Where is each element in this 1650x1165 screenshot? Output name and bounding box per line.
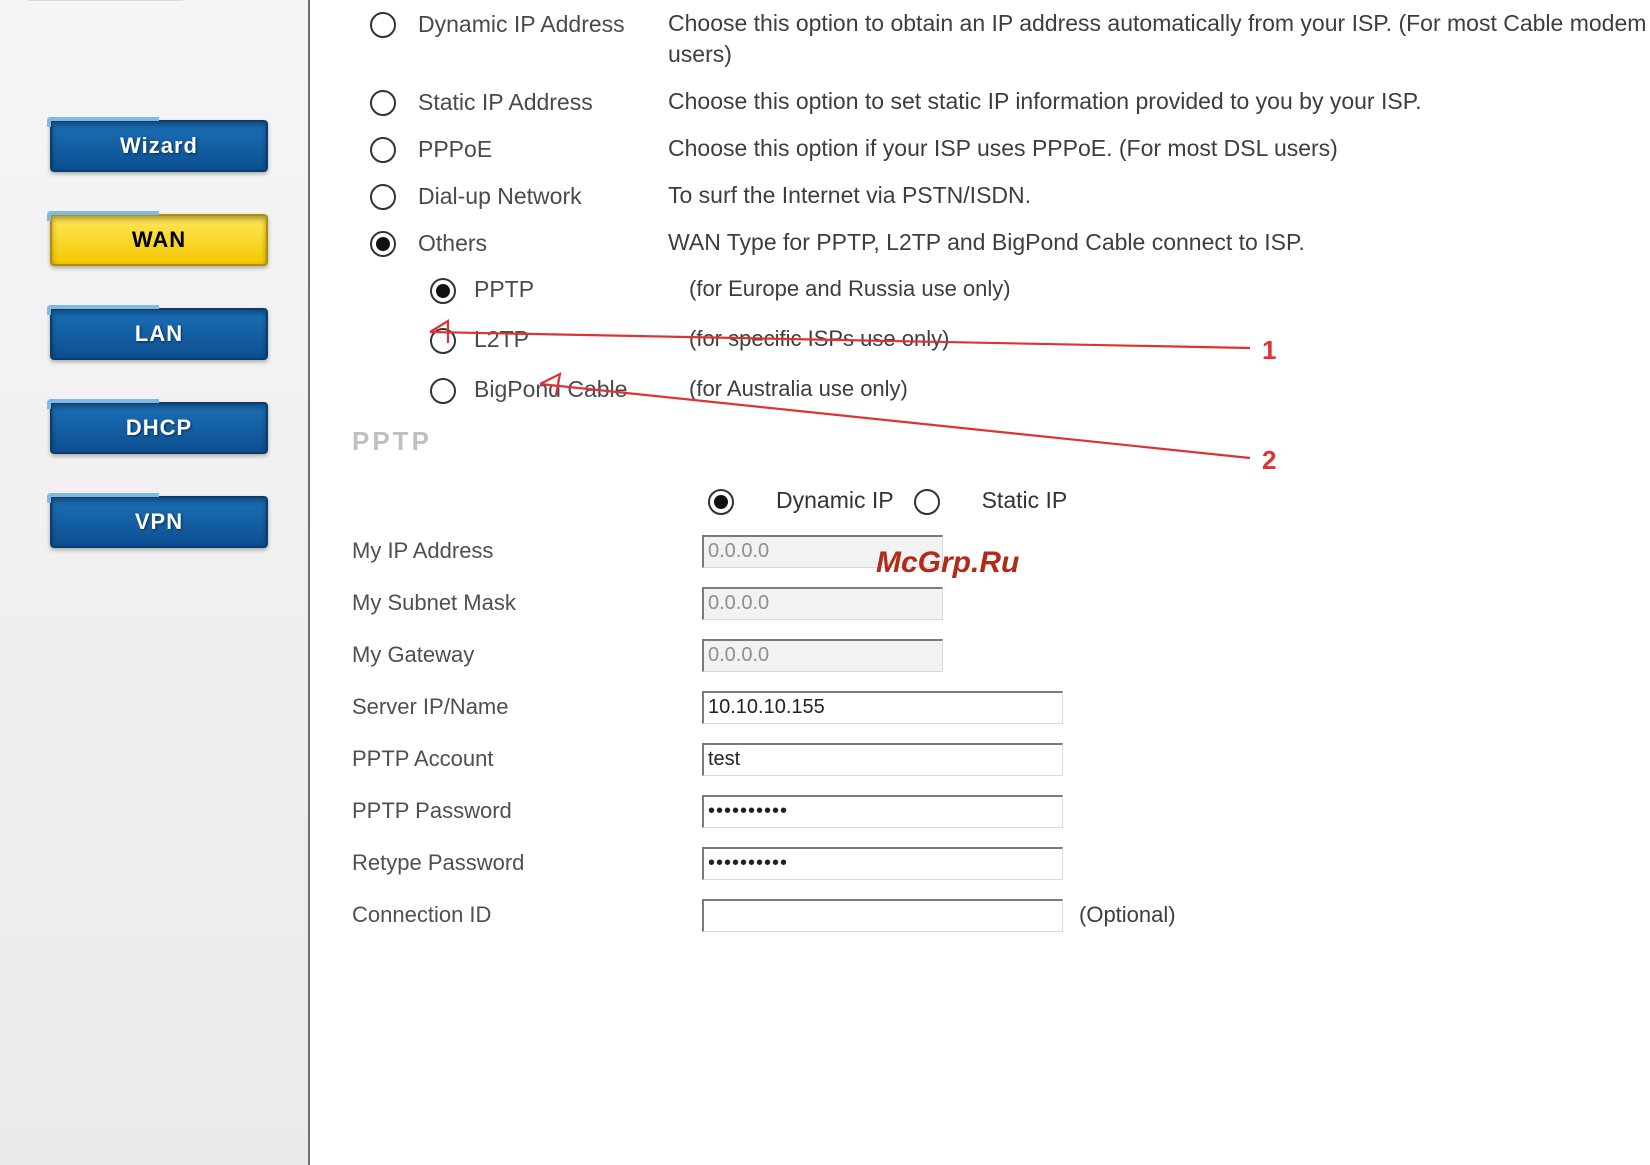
account-input[interactable] — [702, 743, 1063, 776]
server-input[interactable] — [702, 691, 1063, 724]
wan-type-pppoe-radio[interactable] — [370, 137, 396, 163]
server-label: Server IP/Name — [352, 694, 702, 720]
sidebar-nav: Wizard WAN LAN DHCP VPN — [50, 120, 264, 590]
sub-pptp-desc: (for Europe and Russia use only) — [689, 276, 1011, 302]
repassword-label: Retype Password — [352, 850, 702, 876]
field-server: Server IP/Name — [352, 681, 1650, 733]
wan-type-pppoe-desc: Choose this option if your ISP uses PPPo… — [668, 133, 1650, 164]
annotation-2: 2 — [1262, 445, 1276, 476]
wan-type-group: Dynamic IP Address Choose this option to… — [370, 8, 1650, 404]
nav-lan[interactable]: LAN — [50, 308, 268, 360]
ip-mode-group: Dynamic IP Static IP — [708, 485, 1650, 515]
sub-l2tp-row: L2TP (for specific ISPs use only) — [430, 324, 1650, 354]
my-mask-label: My Subnet Mask — [352, 590, 702, 616]
wan-type-dialup-row: Dial-up Network To surf the Internet via… — [370, 180, 1650, 211]
content: Dynamic IP Address Choose this option to… — [310, 0, 1650, 1165]
field-my-mask: My Subnet Mask — [352, 577, 1650, 629]
annotation-1: 1 — [1262, 335, 1276, 366]
wan-type-dynamic-row: Dynamic IP Address Choose this option to… — [370, 8, 1650, 70]
section-title: PPTP — [352, 426, 1650, 457]
pptp-fields: My IP Address My Subnet Mask My Gateway … — [352, 525, 1650, 941]
ip-mode-dynamic-radio[interactable] — [708, 489, 734, 515]
nav-dhcp[interactable]: DHCP — [50, 402, 268, 454]
sub-pptp-row: PPTP (for Europe and Russia use only) — [430, 274, 1650, 304]
password-label: PPTP Password — [352, 798, 702, 824]
connid-input[interactable] — [702, 899, 1063, 932]
wan-type-static-row: Static IP Address Choose this option to … — [370, 86, 1650, 117]
sub-pptp-label: PPTP — [474, 276, 689, 303]
wan-type-dynamic-radio[interactable] — [370, 12, 396, 38]
nav-vpn[interactable]: VPN — [50, 496, 268, 548]
wan-type-others-row: Others WAN Type for PPTP, L2TP and BigPo… — [370, 227, 1650, 258]
my-ip-label: My IP Address — [352, 538, 702, 564]
sub-l2tp-desc: (for specific ISPs use only) — [689, 326, 949, 352]
wan-type-static-radio[interactable] — [370, 90, 396, 116]
wan-type-others-radio[interactable] — [370, 231, 396, 257]
ip-mode-dynamic-label: Dynamic IP — [776, 487, 894, 514]
field-my-gateway: My Gateway — [352, 629, 1650, 681]
sidebar: Wizard WAN LAN DHCP VPN — [0, 0, 310, 1165]
wan-type-others-label: Others — [418, 227, 668, 257]
connid-suffix: (Optional) — [1079, 902, 1176, 928]
wan-type-static-desc: Choose this option to set static IP info… — [668, 86, 1650, 117]
others-sub-group: PPTP (for Europe and Russia use only) L2… — [430, 274, 1650, 404]
watermark: McGrp.Ru — [876, 546, 1019, 580]
ip-mode-static-label: Static IP — [982, 487, 1068, 514]
field-password: PPTP Password — [352, 785, 1650, 837]
sub-pptp-radio[interactable] — [430, 278, 456, 304]
wan-type-dynamic-label: Dynamic IP Address — [418, 8, 668, 38]
my-gateway-label: My Gateway — [352, 642, 702, 668]
field-repassword: Retype Password — [352, 837, 1650, 889]
wan-type-dialup-radio[interactable] — [370, 184, 396, 210]
ip-mode-static-radio[interactable] — [914, 489, 940, 515]
nav-wan[interactable]: WAN — [50, 214, 268, 266]
sub-bigpond-row: BigPond Cable (for Australia use only) — [430, 374, 1650, 404]
connid-label: Connection ID — [352, 902, 702, 928]
wan-type-others-desc: WAN Type for PPTP, L2TP and BigPond Cabl… — [668, 227, 1650, 258]
wan-type-pppoe-label: PPPoE — [418, 133, 668, 163]
my-gateway-input — [702, 639, 943, 672]
nav-wizard[interactable]: Wizard — [50, 120, 268, 172]
sub-bigpond-label: BigPond Cable — [474, 376, 689, 403]
password-input[interactable] — [702, 795, 1063, 828]
wan-type-pppoe-row: PPPoE Choose this option if your ISP use… — [370, 133, 1650, 164]
wan-type-static-label: Static IP Address — [418, 86, 668, 116]
wan-type-dialup-label: Dial-up Network — [418, 180, 668, 210]
sub-bigpond-radio[interactable] — [430, 378, 456, 404]
sub-l2tp-label: L2TP — [474, 326, 689, 353]
field-connid: Connection ID (Optional) — [352, 889, 1650, 941]
account-label: PPTP Account — [352, 746, 702, 772]
field-account: PPTP Account — [352, 733, 1650, 785]
sub-l2tp-radio[interactable] — [430, 328, 456, 354]
repassword-input[interactable] — [702, 847, 1063, 880]
wan-type-dialup-desc: To surf the Internet via PSTN/ISDN. — [668, 180, 1650, 211]
wan-type-dynamic-desc: Choose this option to obtain an IP addre… — [668, 8, 1650, 70]
my-mask-input — [702, 587, 943, 620]
sub-bigpond-desc: (for Australia use only) — [689, 376, 908, 402]
